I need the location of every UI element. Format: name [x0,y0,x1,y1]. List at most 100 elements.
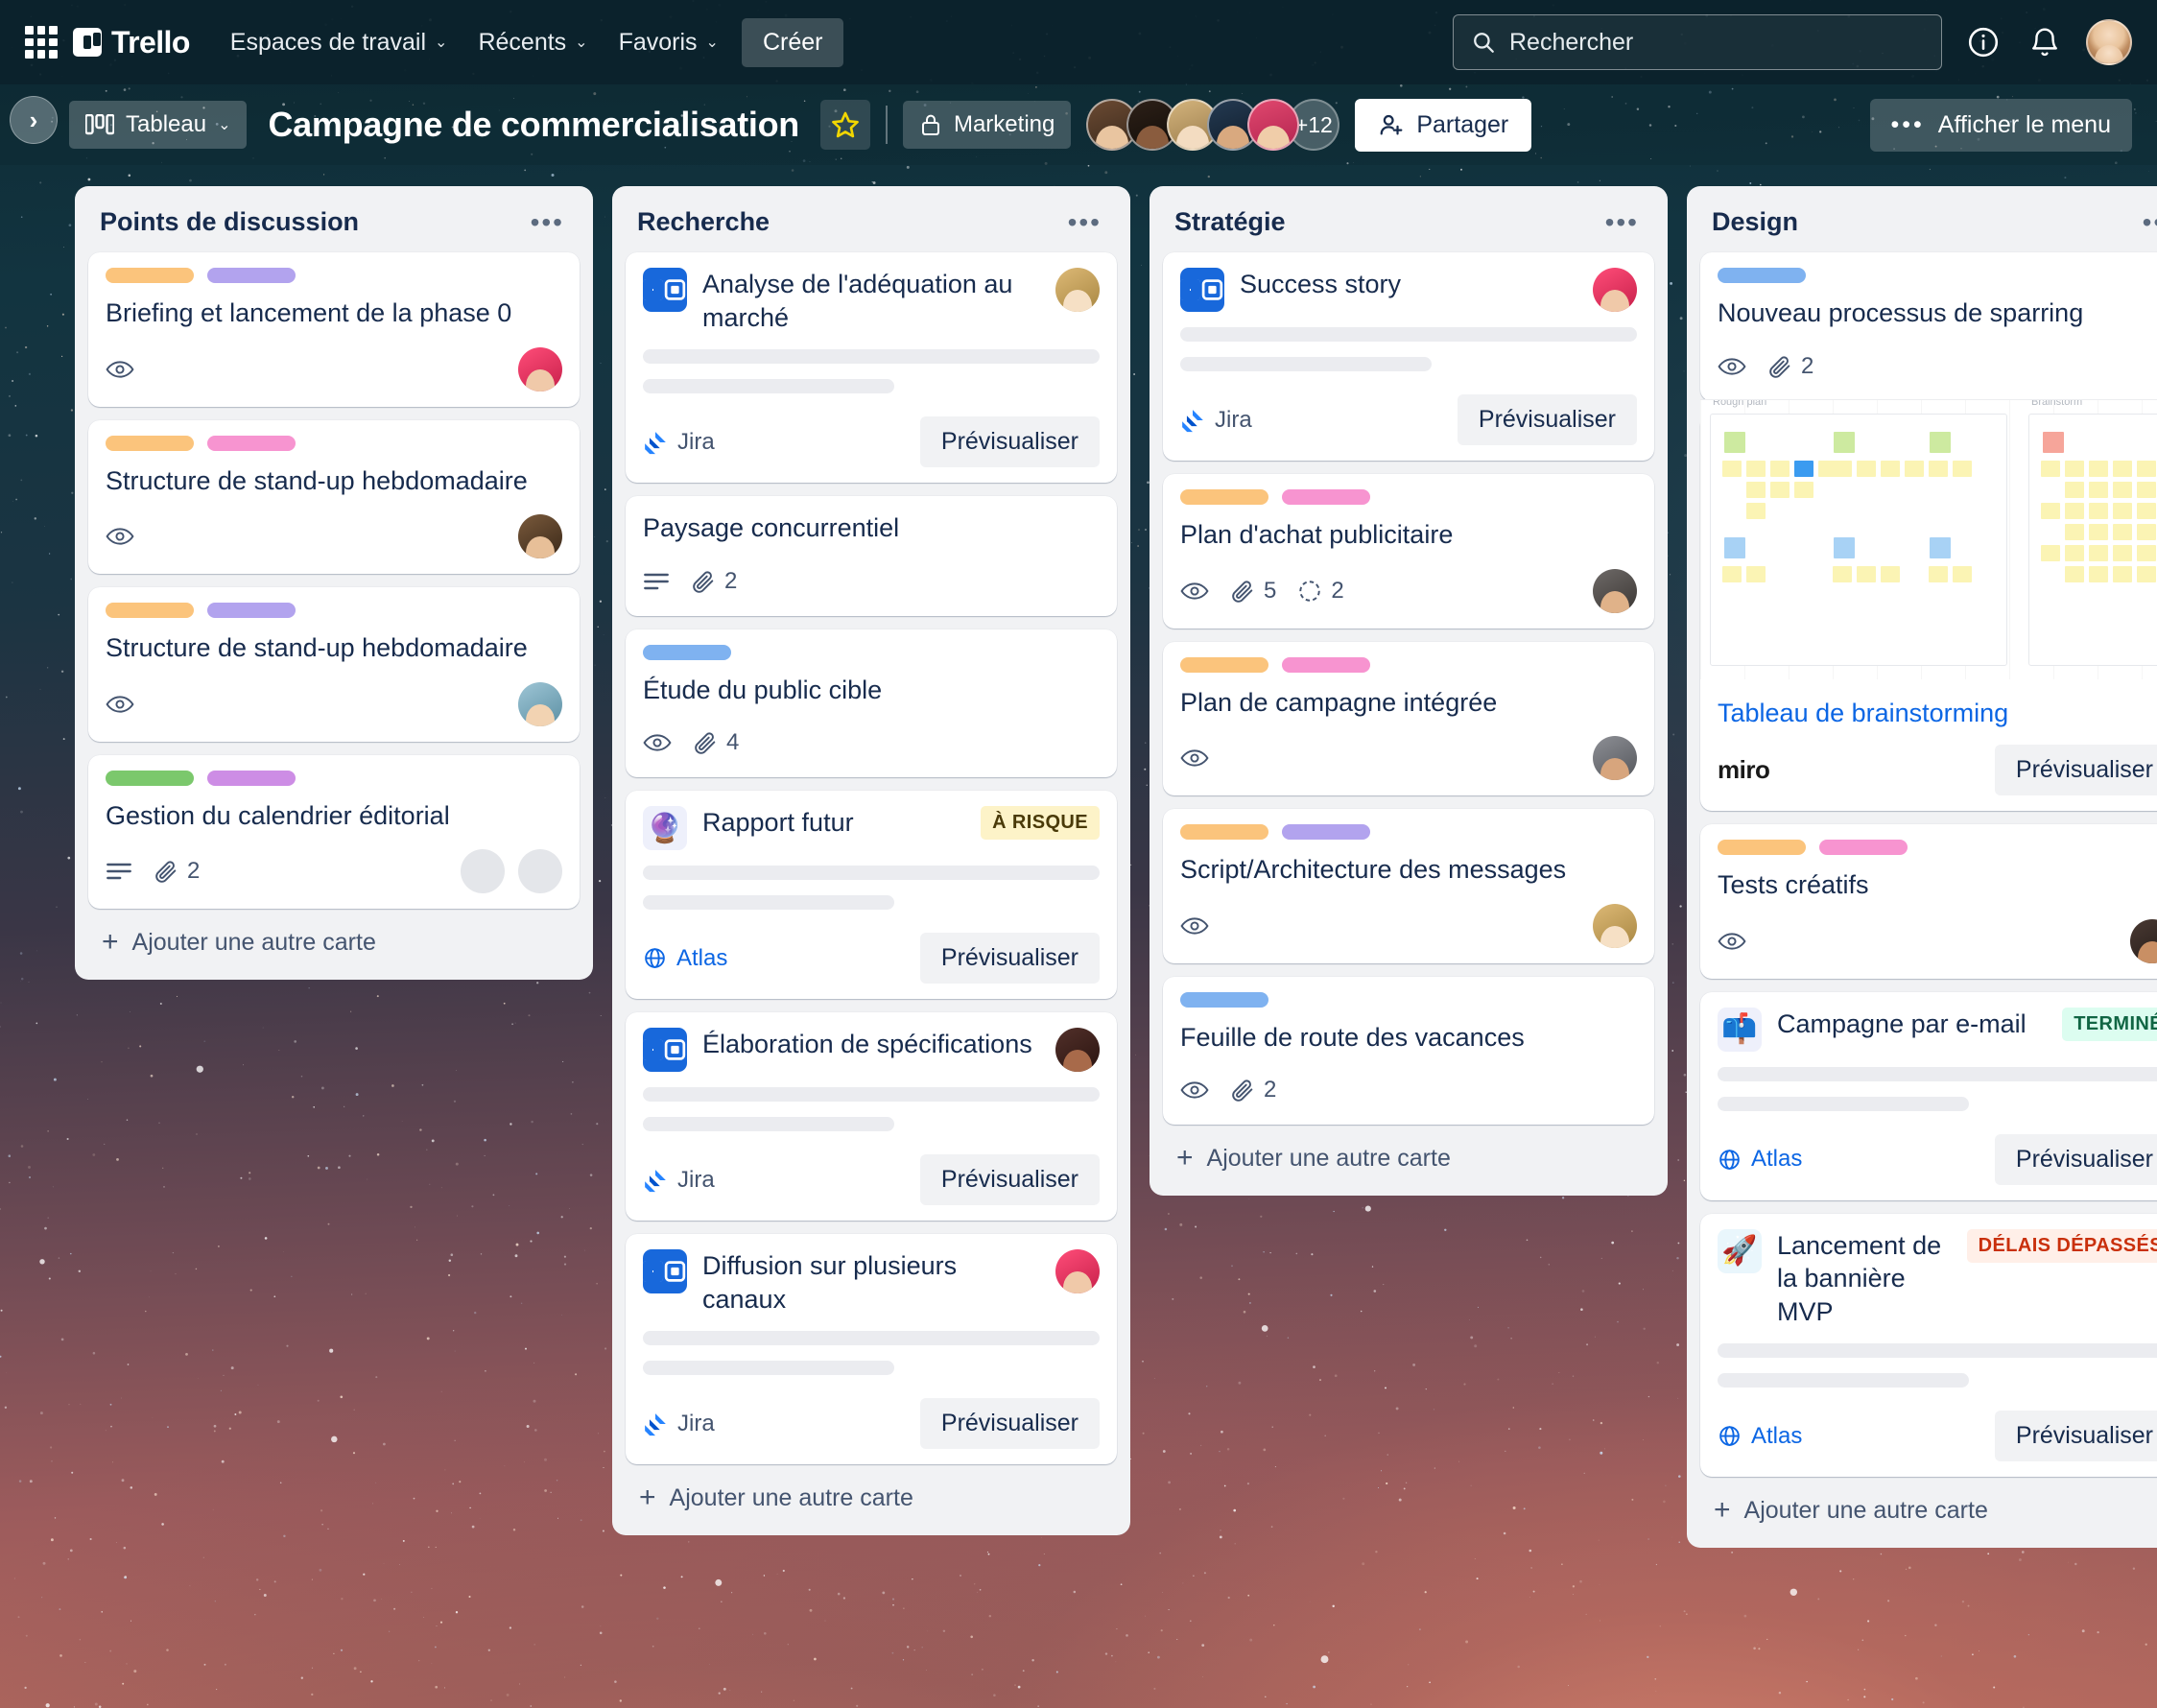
label-chip-purple[interactable] [207,603,296,618]
apps-grid-icon[interactable] [25,26,58,59]
sidebar-expand-button[interactable]: › [10,96,58,144]
label-chip-orange[interactable] [1180,489,1268,505]
user-avatar[interactable] [2086,19,2132,65]
list-actions-icon[interactable]: ••• [2137,209,2157,236]
card-plan-achat-publicitaire[interactable]: Plan d'achat publicitaire 5 [1163,474,1654,629]
board-view-switcher[interactable]: Tableau ⌄ [69,101,247,149]
card-structure-standup-1[interactable]: Structure de stand-up hebdomadaire [88,420,580,575]
card-paysage-concurrentiel[interactable]: Paysage concurrentiel 2 [626,496,1117,616]
link-source-atlas[interactable]: Atlas [1718,1146,1802,1173]
preview-button[interactable]: Prévisualiser [1995,745,2157,795]
link-source-label: Atlas [676,945,727,972]
crystal-ball-icon: 🔮 [643,806,687,850]
share-button[interactable]: Partager [1355,99,1531,152]
preview-button[interactable]: Prévisualiser [1995,1134,2157,1185]
card-lancement-banniere-mvp[interactable]: 🚀 Lancement de la bannière MVP DÉLAIS DÉ… [1700,1214,2157,1478]
link-source-jira[interactable]: Jira [643,1411,715,1437]
label-chip-orange[interactable] [1180,824,1268,840]
search-input[interactable]: Rechercher [1453,14,1942,70]
label-chip-blue[interactable] [1180,992,1268,1008]
preview-button[interactable]: Prévisualiser [920,416,1100,467]
card-tests-creatifs[interactable]: Tests créatifs [1700,824,2157,979]
label-chip-pink[interactable] [1819,840,1908,855]
label-chip-blue[interactable] [643,645,731,660]
link-source-atlas[interactable]: Atlas [1718,1423,1802,1450]
add-card-button[interactable]: + Ajouter une autre carte [1163,1125,1654,1188]
card-member-avatar[interactable] [1593,736,1637,780]
label-chip-orange[interactable] [1180,657,1268,673]
card-structure-standup-2[interactable]: Structure de stand-up hebdomadaire [88,587,580,742]
card-title: Plan de campagne intégrée [1180,686,1637,720]
label-chip-pink[interactable] [1282,657,1370,673]
card-member-avatar[interactable] [518,682,562,726]
label-chip-orange[interactable] [106,268,194,283]
link-source-atlas[interactable]: Atlas [643,945,727,972]
card-member-avatar[interactable] [518,514,562,558]
card-member-avatar[interactable] [1055,268,1100,312]
label-chip-orange[interactable] [1718,840,1806,855]
card-member-avatar[interactable] [1593,268,1637,312]
star-board-button[interactable] [820,100,870,150]
list-actions-icon[interactable]: ••• [525,209,570,236]
label-chip-orange[interactable] [106,436,194,451]
info-icon[interactable] [1963,22,2003,62]
card-feuille-route-vacances[interactable]: Feuille de route des vacances 2 [1163,977,1654,1126]
list-actions-icon[interactable]: ••• [1600,209,1645,236]
create-button[interactable]: Créer [742,18,844,67]
card-etude-public-cible[interactable]: Étude du public cible 4 [626,629,1117,778]
card-title: Tests créatifs [1718,868,2157,902]
atlas-globe-icon [1718,1424,1742,1448]
card-success-story[interactable]: Success story Jira [1163,252,1654,461]
link-source-jira[interactable]: Jira [643,1167,715,1194]
card-campagne-par-email[interactable]: 📫 Campagne par e-mail TERMINÉ Atlas [1700,992,2157,1200]
label-chip-pink[interactable] [207,436,296,451]
label-chip-blue[interactable] [1718,268,1806,283]
notifications-bell-icon[interactable] [2025,22,2065,62]
card-member-avatar[interactable] [1055,1028,1100,1072]
member-avatar[interactable] [1247,99,1299,151]
card-nouveau-processus-sparring[interactable]: Nouveau processus de sparring 2 [1700,252,2157,401]
label-chip-purple[interactable] [1282,824,1370,840]
trello-logo[interactable]: Trello [73,25,190,60]
card-member-avatar[interactable] [461,849,505,893]
label-chip-purple[interactable] [207,268,296,283]
card-member-avatar[interactable] [518,849,562,893]
add-card-button[interactable]: + Ajouter une autre carte [1700,1477,2157,1540]
nav-item-favorites[interactable]: Favoris ⌄ [604,19,734,66]
preview-button[interactable]: Prévisualiser [1458,394,1637,445]
label-chip-violet[interactable] [207,771,296,786]
card-member-avatar[interactable] [1055,1249,1100,1293]
preview-button[interactable]: Prévisualiser [920,1154,1100,1205]
card-rapport-futur[interactable]: 🔮 Rapport futur À RISQUE Atlas P [626,791,1117,999]
card-member-avatar[interactable] [1593,904,1637,948]
card-member-avatar[interactable] [518,347,562,391]
label-chip-orange[interactable] [106,603,194,618]
card-analyse-adequation-marche[interactable]: Analyse de l'adéquation au marché J [626,252,1117,483]
label-chip-pink[interactable] [1282,489,1370,505]
card-labels [106,268,562,283]
nav-item-workspaces[interactable]: Espaces de travail ⌄ [215,19,463,66]
board-visibility-button[interactable]: Marketing [903,101,1071,149]
card-member-avatar[interactable] [2130,919,2157,963]
card-gestion-calendrier-editorial[interactable]: Gestion du calendrier éditorial 2 [88,755,580,910]
card-script-architecture-messages[interactable]: Script/Architecture des messages [1163,809,1654,963]
list-actions-icon[interactable]: ••• [1062,209,1107,236]
preview-button[interactable]: Prévisualiser [920,1398,1100,1449]
link-source-jira[interactable]: Jira [643,429,715,456]
preview-button[interactable]: Prévisualiser [920,933,1100,984]
card-diffusion-plusieurs-canaux[interactable]: Diffusion sur plusieurs canaux Jira [626,1234,1117,1464]
add-card-button[interactable]: + Ajouter une autre carte [88,909,580,972]
nav-item-recent[interactable]: Récents ⌄ [462,19,603,66]
card-member-avatar[interactable] [1593,569,1637,613]
attachment-count: 2 [1230,1077,1276,1103]
link-source-jira[interactable]: Jira [1180,407,1252,434]
card-briefing-lancement-phase-0[interactable]: Briefing et lancement de la phase 0 [88,252,580,407]
link-source-miro[interactable]: miro [1718,755,1769,785]
show-menu-button[interactable]: ••• Afficher le menu [1870,99,2132,152]
card-elaboration-specifications[interactable]: Élaboration de spécifications Jira [626,1012,1117,1221]
card-tableau-brainstorming[interactable]: Rough plan [1700,415,2157,812]
preview-button[interactable]: Prévisualiser [1995,1411,2157,1461]
add-card-button[interactable]: + Ajouter une autre carte [626,1464,1117,1528]
card-plan-campagne-integree[interactable]: Plan de campagne intégrée [1163,642,1654,796]
label-chip-green[interactable] [106,771,194,786]
